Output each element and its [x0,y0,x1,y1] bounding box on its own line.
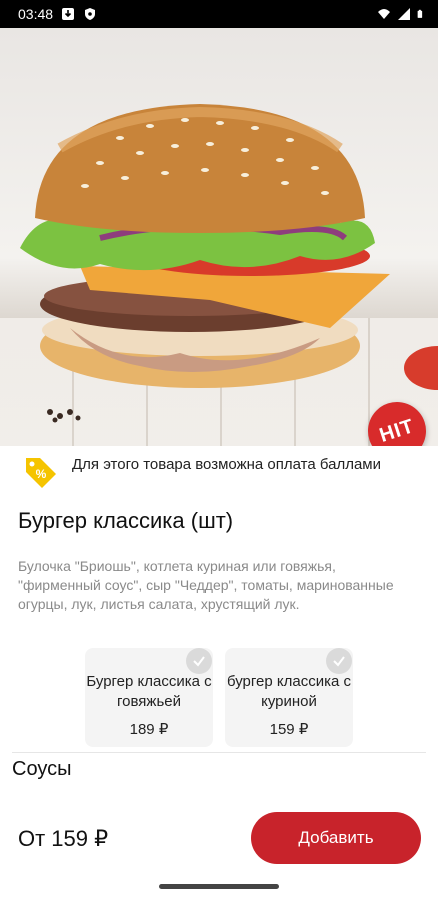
wifi-icon [378,9,390,19]
product-hero-image: HIT [0,28,438,446]
sauces-section-title: Соусы [12,758,72,780]
check-icon [186,648,212,674]
product-description: Булочка "Бриошь", котлета куриная или го… [18,558,394,612]
points-payment-note: % Для этого товара возможна оплата балла… [22,454,422,492]
variant-option-beef[interactable]: Бургер классика с говяжьей 189 ₽ [85,648,213,747]
variant-price: 159 ₽ [269,721,309,738]
divider [12,752,426,753]
total-price: От 159 ₽ [18,826,109,851]
shield-icon [85,8,96,20]
variant-selector: Бургер классика с говяжьей 189 ₽ бургер … [85,648,353,747]
product-title: Бургер классика (шт) [18,508,234,533]
status-right [377,7,426,21]
variant-price: 189 ₽ [129,721,169,738]
burger-photo [20,104,438,423]
battery-icon [417,9,423,18]
variant-option-chicken[interactable]: бургер классика с куриной 159 ₽ [225,648,353,747]
signal-icon [398,8,410,20]
add-to-cart-button[interactable]: Добавить [251,812,421,864]
status-bar: 03:48 [0,0,438,28]
variant-name: бургер классика с куриной [226,673,352,710]
variant-name: Бургер классика с говяжьей [86,673,212,710]
status-left: 03:48 [18,6,97,22]
check-icon [326,648,352,674]
status-time: 03:48 [18,6,54,22]
home-indicator[interactable] [159,884,279,889]
svg-text:%: % [36,467,47,481]
percent-tag-icon: % [26,458,56,488]
download-icon [62,8,75,20]
points-payment-text: Для этого товара возможна оплата баллами [72,456,381,473]
